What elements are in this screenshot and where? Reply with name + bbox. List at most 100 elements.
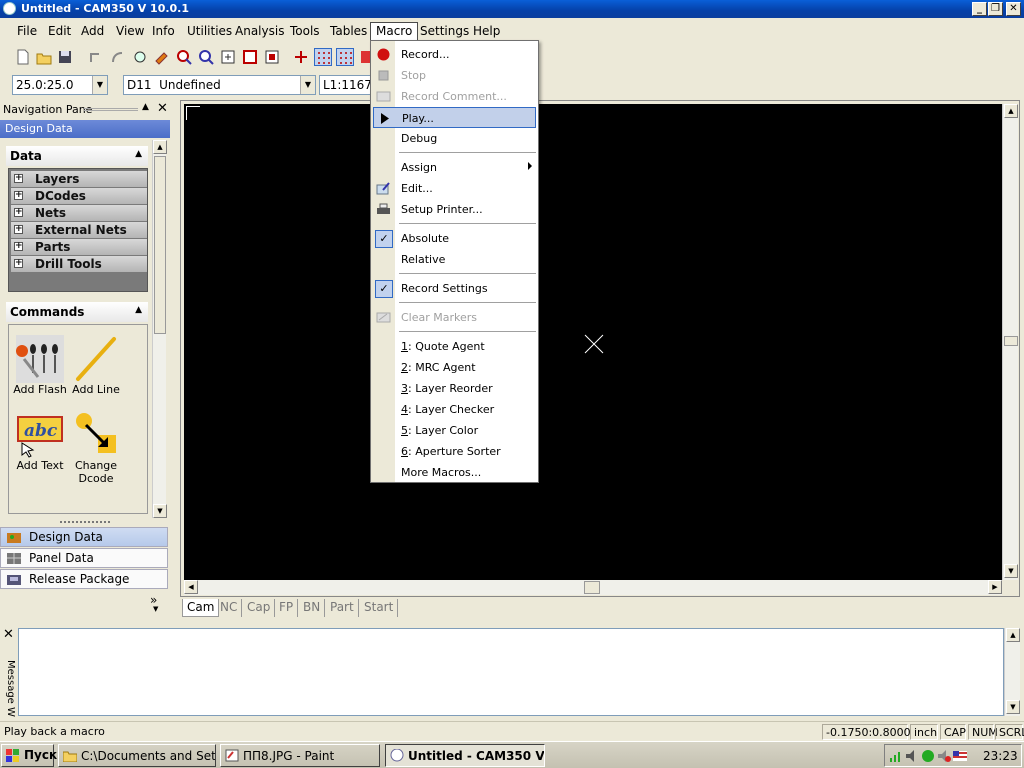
nav-release-package[interactable]: Release Package <box>0 569 168 589</box>
task-paint[interactable]: ПП8.JPG - Paint <box>220 744 380 767</box>
menu-item-clear-markers[interactable]: Clear Markers <box>373 307 536 328</box>
data-section-header[interactable]: Data ▲ <box>6 146 148 166</box>
menu-settings[interactable]: Settings <box>415 23 474 40</box>
menu-item-recent-3[interactable]: 3: Layer Reorder <box>373 378 536 399</box>
tree-item-drill-tools[interactable]: + Drill Tools <box>11 256 147 272</box>
close-icon[interactable]: ✕ <box>3 627 14 642</box>
scroll-down-icon[interactable]: ▼ <box>1004 564 1018 578</box>
expand-icon[interactable]: + <box>14 225 23 234</box>
menu-add[interactable]: Add <box>76 23 109 40</box>
redraw-icon[interactable] <box>153 48 171 66</box>
scroll-thumb[interactable] <box>584 581 600 594</box>
menu-item-setup-printer[interactable]: Setup Printer... <box>373 199 536 220</box>
menu-utilities[interactable]: Utilities <box>182 23 237 40</box>
menu-analysis[interactable]: Analysis <box>230 23 289 40</box>
nav-design-data[interactable]: Design Data <box>0 527 168 547</box>
tree-item-nets[interactable]: + Nets <box>11 205 147 221</box>
expand-icon[interactable]: + <box>14 242 23 251</box>
close-icon[interactable]: ✕ <box>157 101 168 116</box>
tab-nc[interactable]: NC <box>216 599 243 617</box>
redo-icon[interactable] <box>108 48 126 66</box>
menu-view[interactable]: View <box>111 23 149 40</box>
menu-tools[interactable]: Tools <box>285 23 325 40</box>
undo-icon[interactable] <box>86 48 104 66</box>
open-folder-icon[interactable] <box>35 48 53 66</box>
chevron-down-icon[interactable]: ▼ <box>153 605 158 613</box>
language-flag-icon[interactable] <box>953 749 967 763</box>
menu-item-recent-6[interactable]: 6: Aperture Sorter <box>373 441 536 462</box>
menu-help[interactable]: Help <box>468 23 505 40</box>
tab-cam[interactable]: Cam <box>182 599 220 617</box>
menu-item-more-macros[interactable]: More Macros... <box>373 462 536 483</box>
add-text-command[interactable]: abc Add Text <box>9 411 71 472</box>
tree-item-layers[interactable]: + Layers <box>11 171 147 187</box>
scroll-thumb[interactable] <box>154 156 166 334</box>
menu-file[interactable]: File <box>12 23 42 40</box>
menu-item-recent-5[interactable]: 5: Layer Color <box>373 420 536 441</box>
close-button[interactable]: ✕ <box>1006 2 1021 16</box>
network-icon[interactable] <box>889 749 903 763</box>
sound-muted-icon[interactable] <box>937 749 951 763</box>
tree-item-external-nets[interactable]: + External Nets <box>11 222 147 238</box>
restore-button[interactable]: ❐ <box>988 2 1003 16</box>
zoom-prev-icon[interactable] <box>263 48 281 66</box>
splitter-grip[interactable] <box>60 521 110 523</box>
save-icon[interactable] <box>56 48 74 66</box>
chevron-down-icon[interactable]: ▼ <box>92 76 107 94</box>
scroll-down-icon[interactable]: ▼ <box>153 504 167 518</box>
menu-item-stop[interactable]: Stop <box>373 65 536 86</box>
scroll-left-icon[interactable]: ◀ <box>184 580 198 594</box>
menu-item-recent-4[interactable]: 4: Layer Checker <box>373 399 536 420</box>
collapse-icon[interactable]: ▲ <box>135 149 142 159</box>
zoom-all-icon[interactable] <box>241 48 259 66</box>
canvas-vscrollbar[interactable]: ▲ ▼ <box>1002 104 1018 580</box>
scroll-down-icon[interactable]: ▼ <box>1006 700 1020 714</box>
tab-cap[interactable]: Cap <box>243 599 276 617</box>
message-scrollbar[interactable]: ▲ ▼ <box>1004 628 1020 716</box>
scroll-up-icon[interactable]: ▲ <box>153 140 167 154</box>
add-line-command[interactable]: Add Line <box>65 335 127 396</box>
drawing-canvas[interactable] <box>184 104 1002 580</box>
menu-item-debug[interactable]: Debug <box>373 128 536 149</box>
expand-icon[interactable]: + <box>14 191 23 200</box>
tree-item-parts[interactable]: + Parts <box>11 239 147 255</box>
layer-combo[interactable]: L1:11670 <box>319 75 371 95</box>
menu-item-absolute[interactable]: ✓ Absolute <box>373 228 536 249</box>
nav-panel-data[interactable]: Panel Data <box>0 548 168 568</box>
grid-snap-icon[interactable] <box>314 48 332 66</box>
menu-item-recent-1[interactable]: 1: Quote Agent <box>373 336 536 357</box>
chevron-down-icon[interactable]: ▼ <box>300 76 315 94</box>
tab-bn[interactable]: BN <box>299 599 326 617</box>
view-icon[interactable] <box>131 48 149 66</box>
volume-icon[interactable] <box>905 749 919 763</box>
menu-item-record-settings[interactable]: ✓ Record Settings <box>373 278 536 299</box>
menu-item-recent-2[interactable]: 2: MRC Agent <box>373 357 536 378</box>
change-dcode-command[interactable]: Change Dcode <box>65 411 127 485</box>
antivirus-icon[interactable] <box>921 749 935 763</box>
menu-tables[interactable]: Tables <box>325 23 372 40</box>
expand-icon[interactable]: + <box>14 208 23 217</box>
grid-display-icon[interactable] <box>336 48 354 66</box>
menu-item-play[interactable]: Play... <box>373 107 536 128</box>
tab-fp[interactable]: FP <box>275 599 299 617</box>
menu-item-edit[interactable]: Edit... <box>373 178 536 199</box>
menu-item-relative[interactable]: Relative <box>373 249 536 270</box>
zoom-in-icon[interactable] <box>175 48 193 66</box>
collapse-icon[interactable]: ▲ <box>135 305 142 315</box>
menu-macro[interactable]: Macro <box>370 22 419 41</box>
zoom-window-icon[interactable] <box>219 48 237 66</box>
add-flash-command[interactable]: Add Flash <box>9 335 71 396</box>
menu-item-assign[interactable]: Assign <box>373 157 536 178</box>
dcode-combo[interactable]: D11 Undefined ▼ <box>123 75 316 95</box>
grip-handle[interactable] <box>84 108 138 111</box>
tab-start[interactable]: Start <box>360 599 399 617</box>
expand-icon[interactable]: + <box>14 174 23 183</box>
layer-bar-icon[interactable] <box>292 48 310 66</box>
task-explorer[interactable]: C:\Documents and Settin... <box>58 744 216 767</box>
scroll-right-icon[interactable]: ▶ <box>988 580 1002 594</box>
scroll-up-icon[interactable]: ▲ <box>1004 104 1018 118</box>
start-button[interactable]: Пуск <box>1 744 57 767</box>
new-file-icon[interactable] <box>14 48 32 66</box>
zoom-out-icon[interactable] <box>197 48 215 66</box>
task-cam350[interactable]: Untitled - CAM350 V ... <box>385 744 545 767</box>
